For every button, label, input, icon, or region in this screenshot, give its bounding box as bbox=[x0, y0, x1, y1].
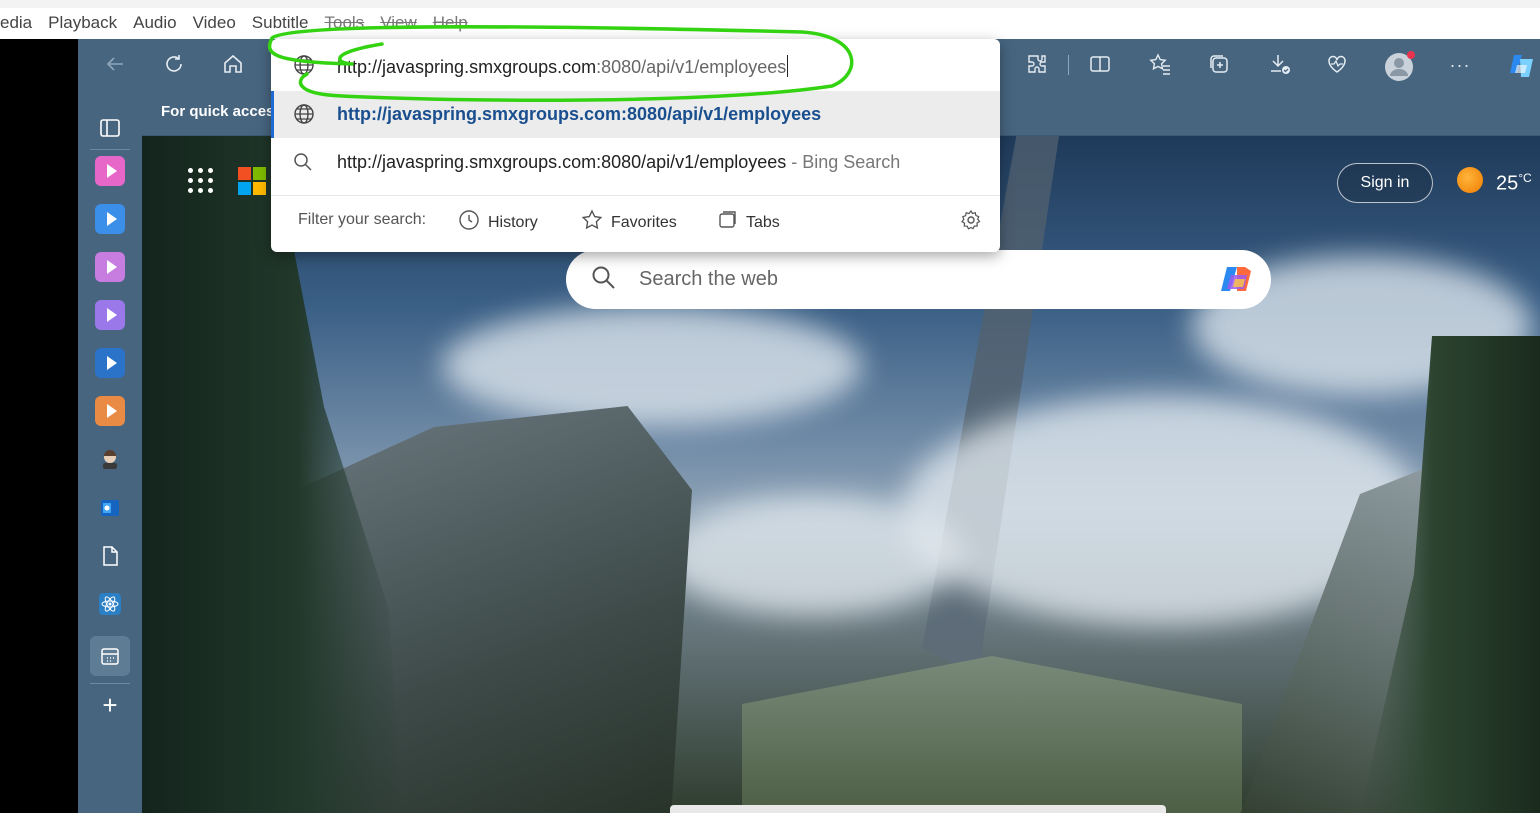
cloud bbox=[442, 306, 862, 426]
web-search-box[interactable]: Search the web bbox=[566, 250, 1271, 309]
extensions-icon[interactable] bbox=[1024, 52, 1050, 78]
menu-video[interactable]: Video bbox=[193, 13, 236, 33]
star-icon bbox=[581, 209, 603, 236]
split-screen-icon[interactable] bbox=[1087, 52, 1113, 78]
search-icon bbox=[591, 265, 617, 298]
sidebar-calendar-icon[interactable] bbox=[90, 636, 130, 676]
sidebar-outlook-icon[interactable] bbox=[94, 492, 126, 524]
app-launcher-icon[interactable] bbox=[188, 168, 214, 194]
gear-icon[interactable] bbox=[960, 209, 982, 237]
weather-temp-value: 25 bbox=[1496, 172, 1519, 195]
address-input[interactable]: http://javaspring.smxgroups.com:8080/api… bbox=[337, 55, 789, 78]
search-icon bbox=[293, 152, 313, 177]
back-arrow-icon[interactable] bbox=[102, 52, 128, 78]
weather-sun-icon[interactable] bbox=[1457, 167, 1483, 193]
menu-playback[interactable]: Playback bbox=[48, 13, 117, 33]
address-host: http://javaspring.smxgroups.com bbox=[337, 57, 597, 77]
sidebar-tabs-icon[interactable] bbox=[94, 112, 126, 144]
favorites-icon[interactable] bbox=[1147, 52, 1173, 78]
menu-subtitle[interactable]: Subtitle bbox=[252, 13, 309, 33]
sidebar-document-icon[interactable] bbox=[94, 540, 126, 572]
menu-media[interactable]: edia bbox=[0, 13, 32, 33]
collections-icon[interactable] bbox=[1206, 52, 1232, 78]
filter-history-label: History bbox=[488, 213, 538, 231]
address-path: :8080/api/v1/employees bbox=[596, 57, 787, 77]
more-icon[interactable]: ··· bbox=[1447, 52, 1473, 78]
microsoft-logo-icon[interactable] bbox=[238, 167, 266, 195]
suggestion-url-selected[interactable]: http://javaspring.smxgroups.com:8080/api… bbox=[271, 91, 1000, 138]
sidebar-app-violet[interactable] bbox=[94, 251, 126, 283]
copilot-search-icon[interactable] bbox=[1217, 265, 1257, 297]
toolbar-divider bbox=[1068, 55, 1069, 75]
globe-icon bbox=[293, 103, 315, 130]
filter-your-search-row: Filter your search: History Favorites Ta… bbox=[271, 195, 1000, 245]
filter-favorites-label: Favorites bbox=[611, 213, 677, 231]
bing-query: http://javaspring.smxgroups.com:8080/api… bbox=[337, 152, 787, 172]
sidebar-avatar-icon[interactable] bbox=[94, 443, 126, 475]
menu-audio[interactable]: Audio bbox=[133, 13, 176, 33]
sidebar-divider bbox=[90, 149, 130, 150]
bing-suffix: - Bing Search bbox=[786, 152, 901, 172]
text-caret bbox=[787, 55, 789, 77]
suggestion-bing-text: http://javaspring.smxgroups.com:8080/api… bbox=[337, 152, 900, 173]
weather-temp-unit: °C bbox=[1518, 171, 1532, 185]
tabs-icon bbox=[716, 209, 738, 236]
media-player-menu-bar: edia Playback Audio Video Subtitle Tools… bbox=[0, 0, 1540, 39]
browser-essentials-icon[interactable] bbox=[1324, 52, 1350, 78]
menu-tools[interactable]: Tools bbox=[325, 13, 365, 33]
bottom-feed-tab[interactable] bbox=[670, 805, 1166, 813]
globe-icon bbox=[293, 54, 315, 81]
address-input-row[interactable]: http://javaspring.smxgroups.com:8080/api… bbox=[271, 39, 1000, 91]
menu-view[interactable]: View bbox=[380, 13, 417, 33]
history-icon bbox=[458, 209, 480, 236]
filter-tabs-label: Tabs bbox=[746, 213, 780, 231]
address-bar-dropdown: http://javaspring.smxgroups.com:8080/api… bbox=[271, 39, 1000, 252]
refresh-icon[interactable] bbox=[161, 52, 187, 78]
weather-temperature[interactable]: 25°C bbox=[1496, 171, 1532, 196]
sidebar-app-darkblue[interactable] bbox=[94, 347, 126, 379]
sidebar-app-pink[interactable] bbox=[94, 155, 126, 187]
menu-items: edia Playback Audio Video Subtitle Tools… bbox=[0, 13, 484, 33]
vertical-sidebar: + bbox=[78, 91, 142, 813]
suggestion-url-text: http://javaspring.smxgroups.com:8080/api… bbox=[337, 104, 822, 124]
sign-in-button[interactable]: Sign in bbox=[1337, 163, 1433, 203]
filter-history-chip[interactable]: History bbox=[458, 209, 538, 236]
title-strip bbox=[0, 0, 1540, 8]
sidebar-app-blue[interactable] bbox=[94, 203, 126, 235]
black-margin bbox=[0, 39, 78, 813]
sidebar-divider-2 bbox=[90, 683, 130, 684]
favorites-bar-hint: For quick acces bbox=[161, 103, 275, 120]
cloud bbox=[662, 496, 962, 616]
sidebar-app-purple[interactable] bbox=[94, 299, 126, 331]
filter-label: Filter your search: bbox=[298, 211, 427, 228]
valley bbox=[742, 656, 1242, 813]
sidebar-add-icon[interactable]: + bbox=[94, 689, 126, 721]
copilot-icon[interactable] bbox=[1506, 51, 1533, 77]
filter-tabs-chip[interactable]: Tabs bbox=[716, 209, 780, 236]
home-icon[interactable] bbox=[220, 52, 246, 78]
menu-help[interactable]: Help bbox=[433, 13, 468, 33]
sidebar-app-orange[interactable] bbox=[94, 395, 126, 427]
downloads-icon[interactable] bbox=[1267, 52, 1293, 78]
filter-favorites-chip[interactable]: Favorites bbox=[581, 209, 677, 236]
profile-icon[interactable] bbox=[1384, 50, 1416, 82]
sidebar-react-icon[interactable] bbox=[94, 588, 126, 620]
search-placeholder: Search the web bbox=[639, 268, 778, 290]
suggestion-bing-search[interactable]: http://javaspring.smxgroups.com:8080/api… bbox=[271, 138, 1000, 186]
